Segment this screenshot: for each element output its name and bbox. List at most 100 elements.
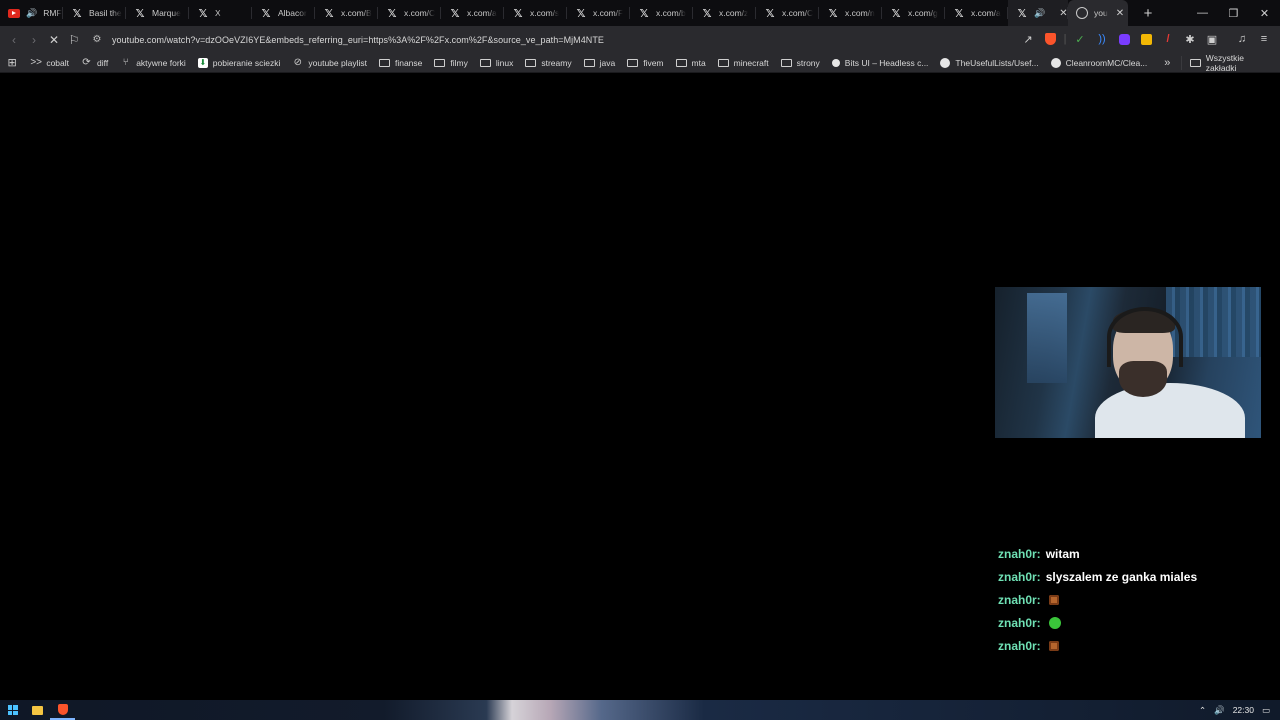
- speaker-icon[interactable]: 🔊: [26, 8, 37, 19]
- tab-title: x.com/C: [782, 8, 814, 18]
- tab[interactable]: 𝕏 Marque: [126, 0, 189, 26]
- address-url[interactable]: youtube.com/watch?v=dzOOeVZI6YE&embeds_r…: [112, 35, 604, 45]
- close-window-button[interactable]: ✕: [1249, 0, 1280, 26]
- cobalt-icon: >>: [30, 57, 42, 68]
- tab[interactable]: 𝕏x.com/C: [378, 0, 441, 26]
- brave-taskbar-button[interactable]: [50, 700, 75, 720]
- bookmark-item[interactable]: mta: [670, 53, 712, 73]
- start-button[interactable]: [0, 700, 25, 720]
- tab[interactable]: 𝕏X: [189, 0, 252, 26]
- bookmark-item[interactable]: minecraft: [712, 53, 775, 73]
- apps-grid-icon[interactable]: ⊞: [0, 56, 24, 69]
- forward-button[interactable]: ›: [24, 30, 44, 50]
- volume-icon[interactable]: 🔊: [1214, 705, 1225, 716]
- bookmark-item[interactable]: ⊘ youtube playlist: [286, 53, 373, 73]
- folder-icon: [525, 58, 537, 67]
- bookmark-item[interactable]: ⟳ diff: [75, 53, 114, 73]
- stop-loading-button[interactable]: ✕: [44, 30, 64, 50]
- tab-active[interactable]: you ✕: [1068, 0, 1128, 26]
- tab-title: x.com/B: [341, 8, 372, 18]
- bookmark-item[interactable]: CleanroomMC/Clea...: [1045, 53, 1154, 73]
- bookmark-item[interactable]: ⑂ aktywne forki: [114, 53, 192, 73]
- x-icon: 𝕏: [954, 7, 964, 20]
- tab[interactable]: 𝕏x.com/n: [819, 0, 882, 26]
- x-icon: 𝕏: [450, 7, 460, 20]
- browser-toolbar: ‹ › ✕ ⚐ ⚙ youtube.com/watch?v=dzOOeVZI6Y…: [0, 26, 1280, 53]
- bookmarks-bar: ⊞ >> cobalt ⟳ diff ⑂ aktywne forki ⬇ pobieranie…: [0, 53, 1280, 73]
- bookmark-item[interactable]: TheUsefulLists/Usef...: [934, 53, 1044, 73]
- site-info-icon[interactable]: ⚙: [90, 34, 104, 45]
- tab[interactable]: 𝕏x.com/s: [504, 0, 567, 26]
- nav-buttons: ‹ › ✕ ⚐: [4, 30, 84, 50]
- address-bar[interactable]: ⚙ youtube.com/watch?v=dzOOeVZI6YE&embeds…: [90, 30, 1090, 50]
- bookmark-item[interactable]: >> cobalt: [24, 53, 75, 73]
- menu-icon[interactable]: ≡: [1254, 29, 1274, 49]
- close-tab-icon[interactable]: ✕: [1116, 8, 1124, 19]
- purple-extension-icon[interactable]: [1114, 29, 1134, 49]
- share-icon[interactable]: ↗: [1018, 29, 1038, 49]
- tab[interactable]: 𝕏 Albacor: [252, 0, 315, 26]
- speaker-icon[interactable]: 🔊: [1034, 8, 1045, 19]
- divider: |: [1063, 33, 1067, 45]
- chat-message: znah0r:: [998, 611, 1268, 634]
- folder-icon: [627, 58, 639, 67]
- brave-shields-button[interactable]: [1040, 29, 1060, 49]
- tab[interactable]: 𝕏x.com/b: [630, 0, 693, 26]
- back-button[interactable]: ‹: [4, 30, 24, 50]
- tab[interactable]: 𝕏x.com/a: [441, 0, 504, 26]
- new-tab-button[interactable]: +: [1136, 0, 1160, 26]
- bookmark-item[interactable]: Bits UI – Headless c...: [826, 53, 935, 73]
- tab-strip: 🔊 RMF 𝕏 Basil the 𝕏 Marque 𝕏 X 𝕏 Albacor 𝕏x.com/B 𝕏…: [0, 0, 1280, 26]
- bookmark-label: linux: [495, 57, 514, 68]
- video-page-content[interactable]: znah0r: witam znah0r: slyszalem ze ganka mi…: [0, 74, 1280, 700]
- fork-icon: ⑂: [122, 57, 129, 68]
- tab[interactable]: 𝕏x.com/g: [882, 0, 945, 26]
- bookmark-label: fivem: [643, 57, 664, 68]
- tab-hovered[interactable]: 𝕏 🔊 ✕: [1008, 0, 1068, 26]
- bookmark-label: streamy: [541, 57, 572, 68]
- chat-username: znah0r:: [998, 638, 1041, 653]
- stream-chat-overlay: znah0r: witam znah0r: slyszalem ze ganka mi…: [998, 542, 1268, 657]
- x-icon: 𝕏: [1017, 7, 1027, 20]
- audio-extension-icon[interactable]: )): [1092, 29, 1112, 49]
- x-icon: 𝕏: [198, 7, 208, 20]
- bookmark-item[interactable]: filmy: [428, 53, 473, 73]
- file-explorer-button[interactable]: [25, 700, 50, 720]
- tab-list: 🔊 RMF 𝕏 Basil the 𝕏 Marque 𝕏 X 𝕏 Albacor 𝕏x.com/B 𝕏…: [0, 0, 1008, 26]
- close-tab-icon[interactable]: ✕: [1059, 8, 1067, 19]
- extensions-puzzle-icon[interactable]: ✱: [1180, 29, 1200, 49]
- bookmark-item[interactable]: java: [578, 53, 622, 73]
- tab[interactable]: 𝕏 Basil the: [63, 0, 126, 26]
- bookmark-item[interactable]: linux: [474, 53, 519, 73]
- tab-title: x.com/a: [467, 8, 497, 18]
- media-controls-icon[interactable]: ♫: [1232, 29, 1252, 49]
- tab[interactable]: 🔊 RMF: [0, 0, 63, 26]
- tab[interactable]: 𝕏x.com/B: [315, 0, 378, 26]
- windows-logo-icon: [7, 705, 18, 715]
- tab[interactable]: 𝕏x.com/F: [567, 0, 630, 26]
- bookmark-list: >> cobalt ⟳ diff ⑂ aktywne forki ⬇ pobieranie s…: [24, 53, 1153, 73]
- clock[interactable]: 22:30: [1233, 705, 1254, 715]
- bookmark-item[interactable]: finanse: [373, 53, 428, 73]
- x-icon: 𝕏: [639, 7, 649, 20]
- sidebar-toggle-icon[interactable]: ▣: [1202, 29, 1222, 49]
- bookmark-item[interactable]: strony: [775, 53, 826, 73]
- more-bookmarks-chevron-icon[interactable]: »: [1153, 57, 1181, 69]
- tab[interactable]: 𝕏x.com/z: [693, 0, 756, 26]
- minimize-button[interactable]: —: [1187, 0, 1218, 26]
- tab[interactable]: 𝕏x.com/C: [756, 0, 819, 26]
- bookmark-item[interactable]: streamy: [519, 53, 577, 73]
- bookmark-page-button[interactable]: ⚐: [64, 30, 84, 50]
- check-extension-icon[interactable]: ✓: [1070, 29, 1090, 49]
- restore-button[interactable]: ❐: [1218, 0, 1249, 26]
- all-bookmarks-button[interactable]: Wszystkie zakładki: [1181, 53, 1280, 73]
- bookmark-item[interactable]: ⬇ pobieranie sciezki: [192, 53, 287, 73]
- notifications-icon[interactable]: ▭: [1262, 705, 1270, 716]
- bookmark-label: aktywne forki: [136, 57, 186, 68]
- tab[interactable]: 𝕏x.com/a: [945, 0, 1008, 26]
- yellow-extension-icon[interactable]: [1136, 29, 1156, 49]
- tray-overflow-chevron-icon[interactable]: ⌃: [1199, 705, 1206, 716]
- circle-icon: [831, 58, 840, 67]
- red-extension-icon[interactable]: /: [1158, 29, 1178, 49]
- bookmark-item[interactable]: fivem: [621, 53, 669, 73]
